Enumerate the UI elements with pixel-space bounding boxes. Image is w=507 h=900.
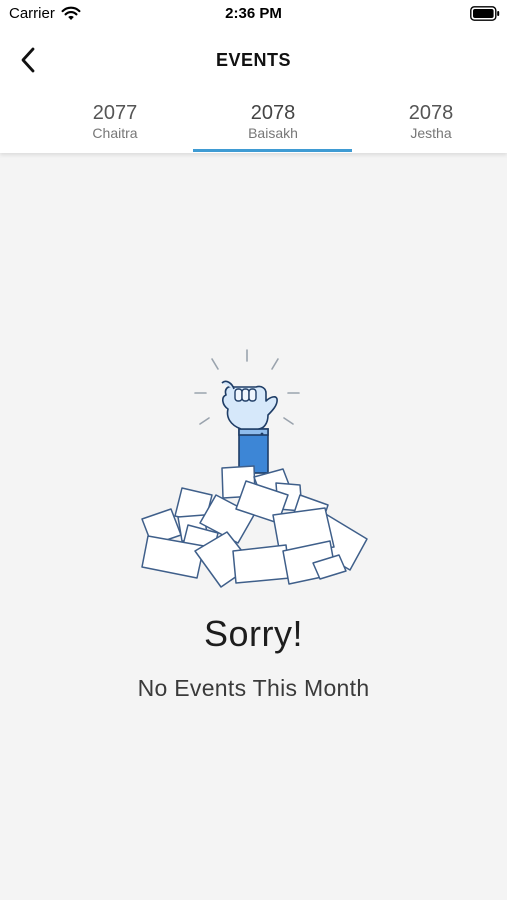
battery-icon [470,6,500,21]
active-tab-indicator [193,149,352,152]
empty-state-subtitle: No Events This Month [137,675,370,701]
tab-year: 2078 [408,102,454,124]
tab-2078-jestha[interactable]: 2078 Jestha [352,96,507,153]
tab-year: 2077 [92,102,138,124]
status-bar: Carrier 2:36 PM [0,0,507,28]
header-area: Carrier 2:36 PM EVENTS 2077 Chaitra 2078… [0,0,507,153]
hand-in-paper-pile-illustration [141,349,368,588]
nav-bar: EVENTS [0,36,507,84]
empty-state-title: Sorry! [203,613,303,654]
tab-2077-chaitra[interactable]: 2077 Chaitra [36,96,194,153]
page-title: EVENTS [215,50,292,70]
tab-2078-baisakh[interactable]: 2078 Baisakh [194,96,352,153]
status-time: 2:36 PM [225,5,282,22]
month-tabs: 2077 Chaitra 2078 Baisakh 2078 Jestha [0,96,507,153]
tab-month: Baisakh [248,125,298,141]
tab-month: Chaitra [92,125,138,141]
tab-year: 2078 [250,102,296,124]
tab-month: Jestha [410,125,452,141]
